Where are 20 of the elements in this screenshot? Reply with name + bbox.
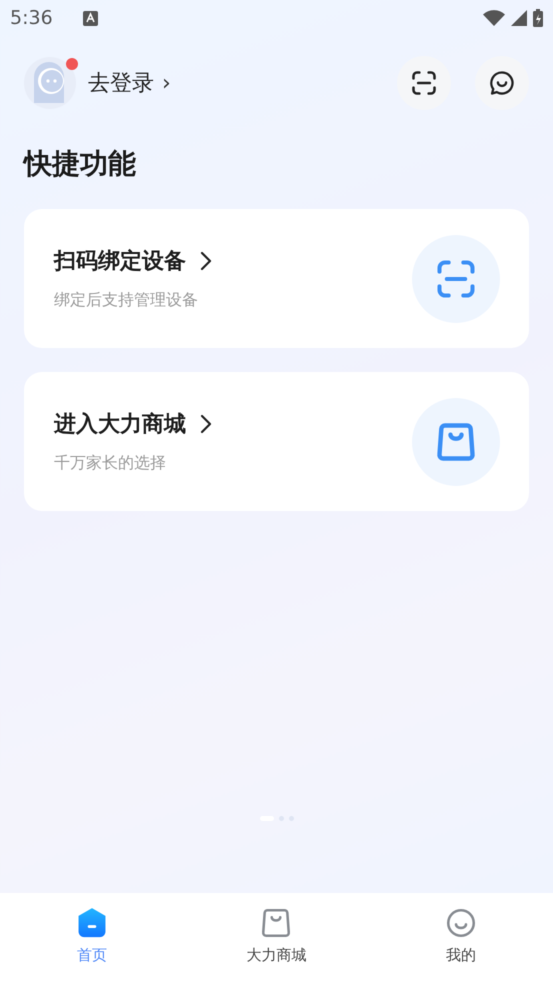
keyboard-icon bbox=[82, 10, 98, 26]
chevron-icon bbox=[200, 251, 212, 271]
card-title: 扫码绑定设备 bbox=[54, 248, 186, 276]
status-time: 5:36 bbox=[10, 7, 53, 29]
card-subtitle: 绑定后支持管理设备 bbox=[54, 290, 199, 311]
wifi-icon bbox=[483, 10, 505, 26]
login-link[interactable]: 去登录 › bbox=[88, 68, 171, 98]
shortcut-card[interactable]: 扫码绑定设备 绑定后支持管理设备 bbox=[24, 209, 529, 348]
nav-tab[interactable]: 大力商城 bbox=[184, 893, 369, 984]
nav-tab[interactable]: 我的 bbox=[368, 893, 553, 984]
card-title: 进入大力商城 bbox=[54, 411, 186, 439]
battery-icon bbox=[533, 9, 543, 27]
section-title: 快捷功能 bbox=[24, 146, 137, 182]
shortcut-card[interactable]: 进入大力商城 千万家长的选择 bbox=[24, 372, 529, 511]
avatar bbox=[24, 57, 76, 109]
chevron-icon bbox=[200, 414, 212, 434]
scan-icon bbox=[410, 69, 438, 97]
chat-bubble-icon bbox=[488, 69, 516, 97]
signal-icon bbox=[511, 10, 527, 26]
card-subtitle: 千万家长的选择 bbox=[54, 453, 167, 474]
